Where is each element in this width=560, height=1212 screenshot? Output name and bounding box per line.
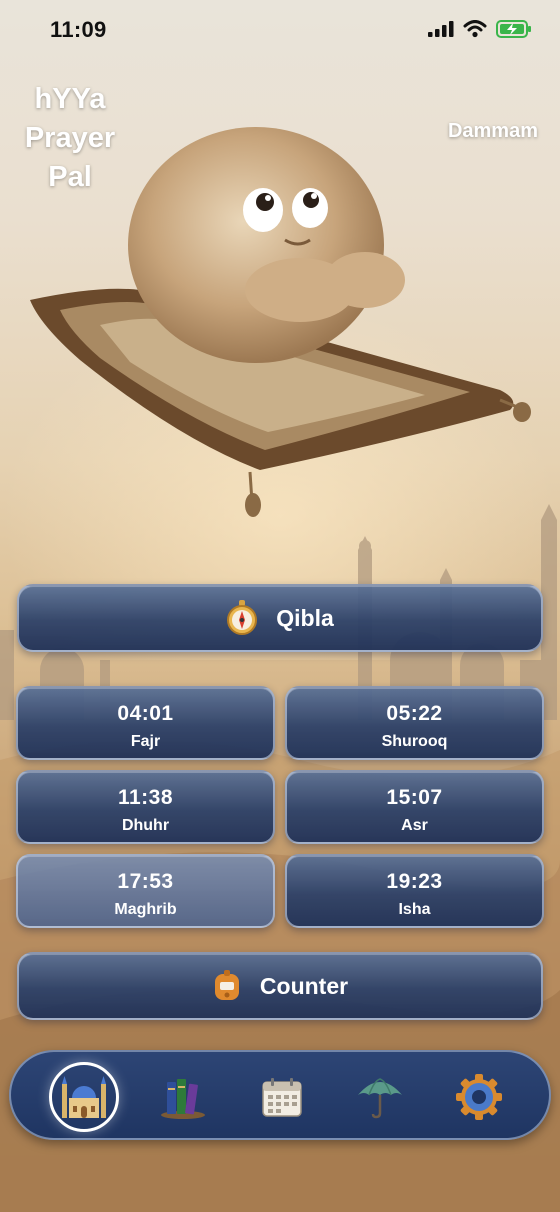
tab-calendar[interactable] (247, 1062, 317, 1132)
prayer-time: 04:01 (117, 702, 174, 725)
counter-label: Counter (259, 972, 349, 999)
prayer-card-dhuhr[interactable]: 11:38 Dhuhr (16, 770, 275, 844)
battery-charging-icon (496, 20, 531, 38)
prayer-name: Isha (398, 901, 431, 918)
compass-icon (227, 600, 258, 635)
mosque-icon (62, 1076, 106, 1118)
status-time: 11:09 (50, 17, 107, 42)
books-icon (161, 1079, 205, 1119)
prayer-card-maghrib[interactable]: 17:53 Maghrib (16, 854, 275, 928)
umbrella-icon (358, 1078, 402, 1119)
prayer-card-asr[interactable]: 15:07 Asr (285, 770, 544, 844)
tab-settings[interactable] (444, 1062, 514, 1132)
prayer-name: Shurooq (381, 733, 448, 750)
signal-icon (428, 21, 454, 37)
counter-button[interactable]: Counter (17, 952, 543, 1020)
status-icons (428, 20, 532, 38)
prayer-name: Fajr (130, 733, 161, 750)
bottom-tab-bar (9, 1050, 551, 1140)
prayer-time: 17:53 (117, 870, 174, 893)
prayer-time: 05:22 (386, 702, 443, 725)
prayer-time: 19:23 (386, 870, 443, 893)
app-title: hYYa Prayer Pal (24, 83, 116, 193)
calendar-icon (262, 1078, 302, 1117)
tab-home[interactable] (49, 1062, 119, 1132)
wifi-icon (463, 20, 487, 38)
tab-library[interactable] (148, 1062, 218, 1132)
qibla-label: Qibla (276, 604, 334, 631)
prayer-card-fajr[interactable]: 04:01 Fajr (16, 686, 275, 760)
tab-weather[interactable] (345, 1062, 415, 1132)
city-label[interactable]: Dammam (448, 120, 538, 143)
prayer-card-isha[interactable]: 19:23 Isha (285, 854, 544, 928)
prayer-name: Dhuhr (121, 817, 170, 834)
prayer-name: Maghrib (114, 901, 177, 918)
prayer-card-shurooq[interactable]: 05:22 Shurooq (285, 686, 544, 760)
prayer-name: Asr (401, 817, 428, 834)
status-bar: 11:09 (0, 0, 560, 62)
prayer-time: 11:38 (117, 786, 174, 809)
tally-counter-icon (214, 970, 239, 1000)
qibla-button[interactable]: Qibla (17, 584, 543, 652)
prayer-time: 15:07 (386, 786, 443, 809)
gear-icon (456, 1074, 502, 1120)
